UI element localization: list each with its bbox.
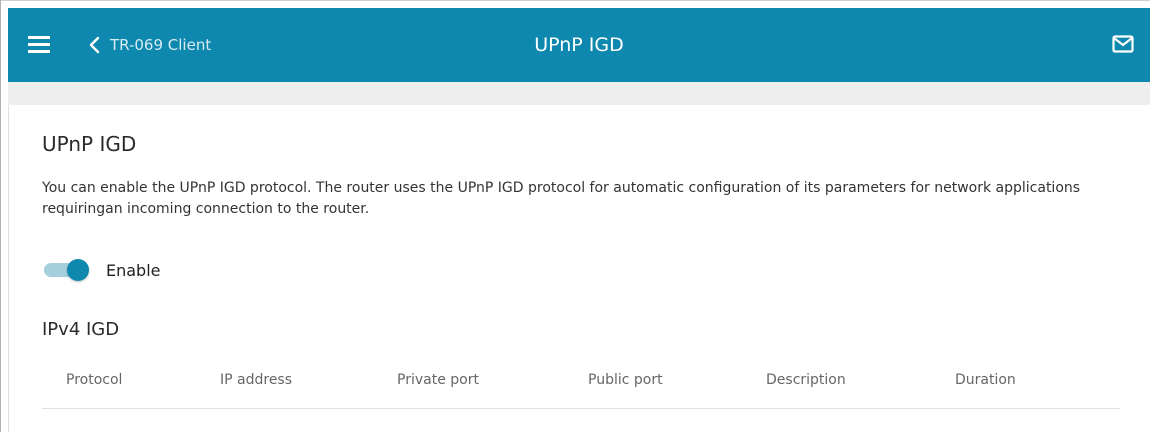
toggle-knob xyxy=(67,259,89,281)
column-header-description[interactable]: Description xyxy=(766,372,846,388)
table-header-divider xyxy=(42,408,1120,409)
mail-icon[interactable] xyxy=(1112,35,1134,53)
window-left-border xyxy=(0,0,1,432)
column-header-public-port[interactable]: Public port xyxy=(588,372,663,388)
back-link-label: TR-069 Client xyxy=(110,36,212,54)
section-description: You can enable the UPnP IGD protocol. Th… xyxy=(42,180,1081,217)
chevron-left-icon xyxy=(89,36,100,54)
content-top-strip xyxy=(8,82,1150,105)
content-left-border xyxy=(8,105,9,432)
column-header-ip-address[interactable]: IP address xyxy=(220,372,292,388)
window-top-border xyxy=(0,0,1150,1)
column-header-protocol[interactable]: Protocol xyxy=(66,372,122,388)
section-title: UPnP IGD xyxy=(42,132,137,156)
ipv4-igd-title: IPv4 IGD xyxy=(42,319,120,340)
hamburger-menu-icon[interactable] xyxy=(28,36,50,54)
back-link[interactable]: TR-069 Client xyxy=(88,32,211,58)
column-header-duration[interactable]: Duration xyxy=(955,372,1016,388)
column-header-private-port[interactable]: Private port xyxy=(397,372,479,388)
enable-toggle-label: Enable xyxy=(106,260,161,280)
ipv4-table-header: Protocol IP address Private port Public … xyxy=(42,372,1120,396)
enable-toggle-row: Enable xyxy=(42,257,161,283)
top-app-bar: TR-069 Client UPnP IGD xyxy=(8,8,1150,82)
enable-toggle[interactable] xyxy=(42,257,90,283)
